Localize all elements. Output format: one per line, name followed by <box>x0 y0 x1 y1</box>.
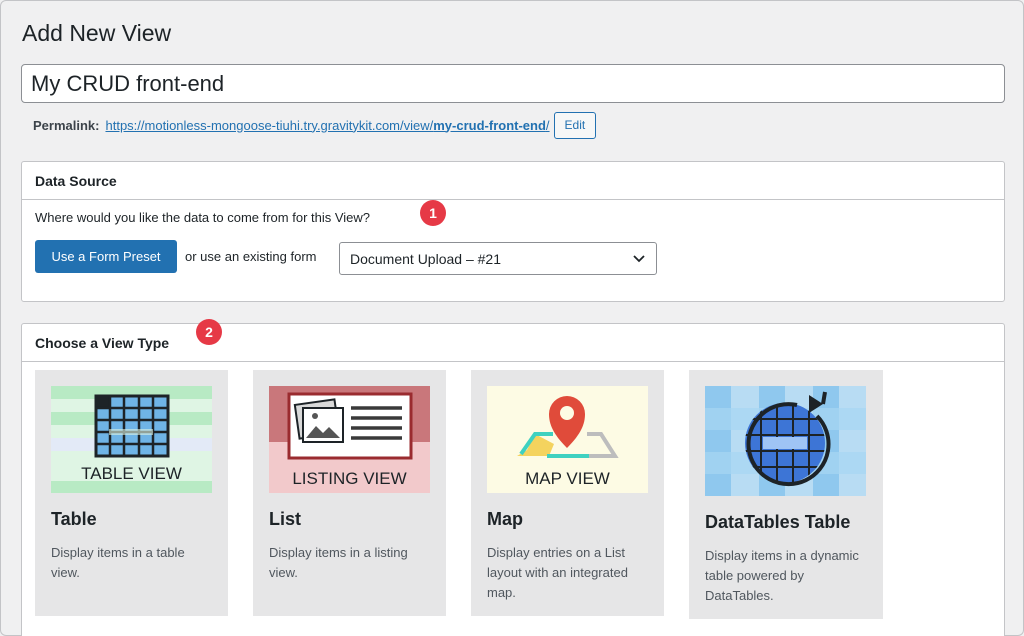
listing-icon: LISTING VIEW <box>269 386 430 493</box>
listing-view-image: LISTING VIEW <box>269 386 430 493</box>
or-existing-form-label: or use an existing form <box>185 249 317 264</box>
existing-form-selected-value: Document Upload – #21 <box>350 250 501 267</box>
map-view-caption: MAP VIEW <box>525 469 610 488</box>
view-type-box: Choose a View Type 2 TABLE VIEW Table Di… <box>21 319 1005 636</box>
view-type-card-map[interactable]: MAP VIEW Map Display entries on a List l… <box>471 370 664 616</box>
card-title-table: Table <box>51 509 97 529</box>
view-type-heading: Choose a View Type <box>22 324 1004 362</box>
card-desc-table: Display items in a table view. <box>51 545 185 580</box>
map-view-image: MAP VIEW <box>487 386 648 493</box>
table-view-image: TABLE VIEW <box>51 386 212 493</box>
existing-form-select[interactable]: Document Upload – #21 <box>339 242 657 275</box>
permalink-url-trail: / <box>545 117 550 133</box>
datatables-globe-icon <box>705 386 866 496</box>
view-title-input[interactable] <box>21 64 1005 103</box>
permalink-link[interactable]: https://motionless-mongoose-tiuhi.try.gr… <box>105 118 549 133</box>
card-desc-map: Display entries on a List layout with an… <box>487 545 628 600</box>
chevron-down-icon <box>632 251 646 267</box>
table-icon: TABLE VIEW <box>51 386 212 493</box>
page-title: Add New View <box>22 20 172 46</box>
card-title-list: List <box>269 509 302 529</box>
view-type-cards: TABLE VIEW Table Display items in a tabl… <box>35 370 883 619</box>
data-source-question: Where would you like the data to come fr… <box>35 210 371 225</box>
listing-view-caption: LISTING VIEW <box>292 469 406 488</box>
data-source-heading: Data Source <box>22 162 1004 200</box>
use-form-preset-button[interactable]: Use a Form Preset <box>35 240 177 273</box>
data-source-box: Data Source Where would you like the dat… <box>21 161 1005 302</box>
step-badge-2: 2 <box>196 319 222 345</box>
card-title-map: Map <box>487 509 523 529</box>
step-badge-1: 1 <box>420 200 446 226</box>
edit-permalink-button[interactable]: Edit <box>553 111 597 139</box>
card-title-datatables: DataTables Table <box>705 512 851 532</box>
datatables-view-image <box>705 386 866 496</box>
card-desc-list: Display items in a listing view. <box>269 545 408 580</box>
view-type-card-list[interactable]: LISTING VIEW List Display items in a lis… <box>253 370 446 616</box>
table-view-caption: TABLE VIEW <box>81 464 182 483</box>
map-pin-icon: MAP VIEW <box>487 386 648 493</box>
permalink-url-slug: my-crud-front-end <box>433 117 546 133</box>
permalink-row: Permalink: https://motionless-mongoose-t… <box>33 111 597 139</box>
card-desc-datatables: Display items in a dynamic table powered… <box>705 548 859 603</box>
view-type-card-table[interactable]: TABLE VIEW Table Display items in a tabl… <box>35 370 228 616</box>
view-type-card-datatables[interactable]: DataTables Table Display items in a dyna… <box>689 370 883 619</box>
permalink-label: Permalink: <box>33 117 100 133</box>
permalink-url-base: https://motionless-mongoose-tiuhi.try.gr… <box>105 117 434 133</box>
